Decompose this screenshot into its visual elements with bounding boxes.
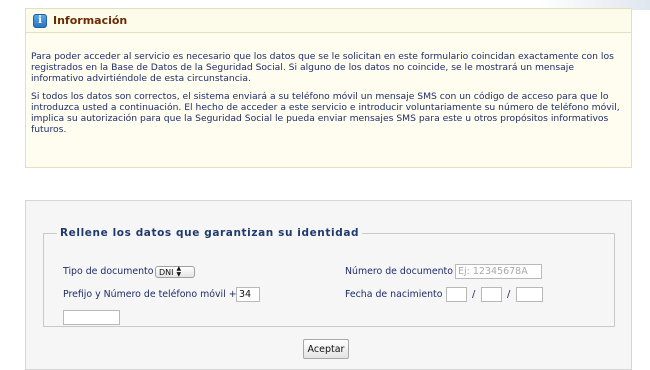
- date-separator: /: [472, 289, 476, 300]
- doc-number-input[interactable]: [455, 264, 542, 279]
- date-separator: /: [507, 289, 511, 300]
- info-panel: i Información Para poder acceder al serv…: [25, 8, 632, 168]
- phone-prefix-input[interactable]: [236, 287, 260, 302]
- info-body: Para poder acceder al servicio es necesa…: [26, 33, 631, 135]
- birth-year-input[interactable]: [516, 287, 543, 302]
- phone-label: Prefijo y Número de teléfono móvil +: [63, 289, 237, 300]
- identity-form-panel: Rellene los datos que garantizan su iden…: [25, 200, 632, 370]
- birth-month-input[interactable]: [481, 287, 502, 302]
- identity-fieldset: Rellene los datos que garantizan su iden…: [43, 227, 615, 327]
- info-header: i Información: [26, 9, 631, 33]
- doc-number-label: Número de documento: [345, 266, 453, 277]
- phone-number-input[interactable]: [63, 310, 120, 325]
- birth-day-input[interactable]: [446, 287, 467, 302]
- info-paragraph-2: Si todos los datos son correctos, el sis…: [31, 91, 620, 135]
- info-paragraph-1: Para poder acceder al servicio es necesa…: [31, 51, 614, 84]
- doc-type-selected-value: DNI: [159, 267, 174, 277]
- doc-type-select[interactable]: DNI ▲ ▼: [155, 266, 195, 278]
- birth-date-label: Fecha de nacimiento: [345, 289, 443, 300]
- accept-button[interactable]: Aceptar: [303, 339, 349, 359]
- doc-type-label: Tipo de documento: [63, 266, 154, 277]
- info-title: Información: [53, 14, 128, 27]
- info-icon: i: [33, 13, 47, 28]
- identity-legend: Rellene los datos que garantizan su iden…: [60, 227, 360, 239]
- select-arrows-icon: ▲ ▼: [176, 265, 182, 278]
